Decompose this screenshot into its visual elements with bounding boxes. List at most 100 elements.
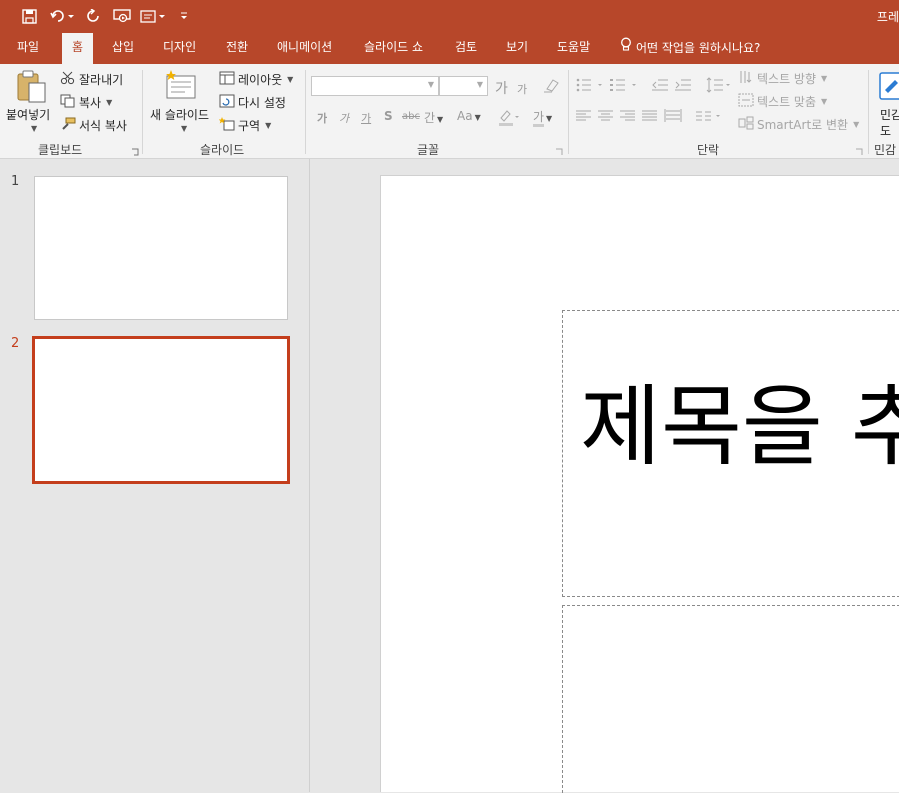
section-button[interactable]: 구역 ▼ — [218, 117, 271, 134]
change-case-button[interactable]: Aa ▼ — [457, 109, 481, 123]
align-text-icon — [738, 93, 754, 110]
save-icon[interactable] — [20, 7, 38, 25]
slide-canvas[interactable]: 제목을 추 — [380, 175, 899, 793]
sensitivity-label-line2: 도 — [880, 124, 892, 138]
decrease-indent-icon[interactable] — [652, 78, 668, 95]
layout-button[interactable]: 레이아웃 ▼ — [219, 71, 293, 88]
tell-me-box[interactable]: 어떤 작업을 원하시나요? — [620, 33, 760, 64]
tab-transitions[interactable]: 전환 — [226, 33, 248, 64]
font-name-combo[interactable]: ▼ — [311, 76, 439, 96]
tab-animations[interactable]: 애니메이션 — [277, 33, 332, 64]
layout-label: 레이아웃 — [238, 73, 283, 87]
title-placeholder[interactable]: 제목을 추 — [562, 310, 899, 597]
tab-design[interactable]: 디자인 — [163, 33, 196, 64]
lightbulb-icon — [620, 34, 632, 63]
slide-thumbnail-pane: 1 2 — [0, 159, 310, 792]
font-size-dropdown-icon: ▼ — [476, 80, 483, 89]
clear-formatting-icon[interactable] — [543, 77, 561, 96]
title-placeholder-text: 제목을 추 — [580, 375, 899, 478]
copy-button[interactable]: 복사 ▼ — [60, 94, 112, 111]
layout-dropdown-icon: ▼ — [287, 75, 294, 84]
copy-dropdown-icon: ▼ — [106, 98, 113, 107]
font-group-label: 글꼴 — [417, 143, 440, 157]
italic-button[interactable]: 가 — [339, 110, 349, 126]
cut-button[interactable]: 잘라내기 — [60, 71, 123, 88]
new-slide-icon — [165, 70, 197, 103]
customize-icon[interactable] — [178, 7, 190, 25]
slides-group-label: 슬라이드 — [200, 143, 245, 157]
numbering-icon[interactable] — [610, 78, 638, 95]
slide-thumbnail-2[interactable] — [32, 336, 290, 484]
slide-number: 1 — [11, 174, 20, 189]
font-color-label: 가 — [533, 110, 545, 127]
smartart-label: SmartArt로 변환 — [757, 118, 849, 132]
sensitivity-label-line1: 민감 — [880, 108, 899, 122]
window-title: 프레 — [876, 10, 899, 24]
smartart-icon — [738, 116, 754, 133]
copy-label: 복사 — [79, 96, 102, 110]
smartart-button[interactable]: SmartArt로 변환 ▼ — [738, 116, 859, 133]
clipboard-launcher-icon[interactable] — [131, 145, 139, 156]
underline-button[interactable]: 가 — [361, 110, 371, 126]
font-name-dropdown-icon: ▼ — [427, 80, 434, 89]
distributed-icon[interactable] — [664, 109, 682, 126]
group-divider — [868, 70, 869, 154]
cut-label: 잘라내기 — [79, 73, 124, 87]
slide-number-selected: 2 — [11, 336, 20, 351]
tab-review[interactable]: 검토 — [455, 33, 477, 64]
tab-view[interactable]: 보기 — [506, 33, 528, 64]
format-painter-button[interactable]: 서식 복사 — [60, 117, 127, 134]
ribbon-tab-bar: 파일 홈 삽입 디자인 전환 애니메이션 슬라이드 쇼 검토 보기 도움말 어떤… — [0, 33, 899, 64]
sensitivity-group-label: 민감 — [874, 143, 897, 157]
sensitivity-button[interactable]: 민감 도 — [874, 70, 899, 140]
tab-help[interactable]: 도움말 — [557, 33, 590, 64]
paragraph-launcher-icon[interactable] — [855, 145, 863, 155]
align-left-icon[interactable] — [576, 110, 592, 125]
highlight-icon[interactable] — [498, 108, 520, 129]
text-direction-button[interactable]: 텍스트 방향 ▼ — [738, 70, 827, 87]
present-from-start-icon[interactable] — [112, 7, 132, 25]
reset-label: 다시 설정 — [238, 96, 286, 110]
reset-button[interactable]: 다시 설정 — [219, 94, 286, 111]
format-painter-label: 서식 복사 — [79, 119, 127, 133]
paste-dropdown-icon: ▼ — [31, 124, 38, 133]
tab-file[interactable]: 파일 — [17, 33, 39, 64]
paste-label: 붙여넣기 — [6, 108, 51, 122]
sensitivity-icon — [879, 72, 899, 103]
content-placeholder[interactable] — [562, 605, 899, 793]
paragraph-group-label: 단락 — [697, 143, 720, 157]
tab-slideshow[interactable]: 슬라이드 쇼 — [364, 33, 423, 64]
new-slide-label: 새 슬라이드 — [150, 108, 210, 122]
shadow-button[interactable]: S — [384, 109, 393, 123]
bullets-icon[interactable] — [576, 78, 604, 95]
section-icon — [218, 117, 235, 134]
paste-button[interactable]: 붙여넣기 ▼ — [6, 70, 56, 140]
new-slide-button[interactable]: 새 슬라이드 ▼ — [148, 70, 214, 140]
align-text-dropdown-icon: ▼ — [821, 97, 828, 106]
strikethrough-button[interactable]: abc — [402, 111, 420, 122]
tab-insert[interactable]: 삽입 — [112, 33, 134, 64]
columns-icon[interactable] — [696, 110, 724, 125]
line-spacing-icon[interactable] — [706, 77, 732, 96]
font-launcher-icon[interactable] — [555, 145, 563, 155]
shrink-font-button[interactable]: 가 — [517, 81, 527, 97]
increase-indent-icon[interactable] — [675, 78, 691, 95]
justify-icon[interactable] — [642, 110, 658, 125]
tell-me-text: 어떤 작업을 원하시나요? — [636, 41, 761, 55]
format-painter-icon — [60, 117, 76, 134]
bold-button[interactable]: 가 — [317, 110, 327, 126]
group-divider — [142, 70, 143, 154]
undo-icon[interactable] — [49, 7, 75, 25]
slide-thumbnail-1[interactable] — [34, 176, 288, 320]
redo-icon[interactable] — [84, 7, 102, 25]
align-right-icon[interactable] — [620, 110, 636, 125]
font-size-combo[interactable]: ▼ — [439, 76, 488, 96]
align-text-button[interactable]: 텍스트 맞춤 ▼ — [738, 93, 827, 110]
touch-mode-icon[interactable] — [139, 7, 167, 25]
character-spacing-button[interactable]: 간 ▼ — [424, 109, 443, 126]
grow-font-button[interactable]: 가 — [495, 78, 508, 98]
tab-home[interactable]: 홈 — [62, 33, 94, 64]
clipboard-icon — [16, 70, 48, 107]
align-center-icon[interactable] — [598, 110, 614, 125]
font-color-button[interactable]: 가 ▼ — [533, 108, 552, 127]
